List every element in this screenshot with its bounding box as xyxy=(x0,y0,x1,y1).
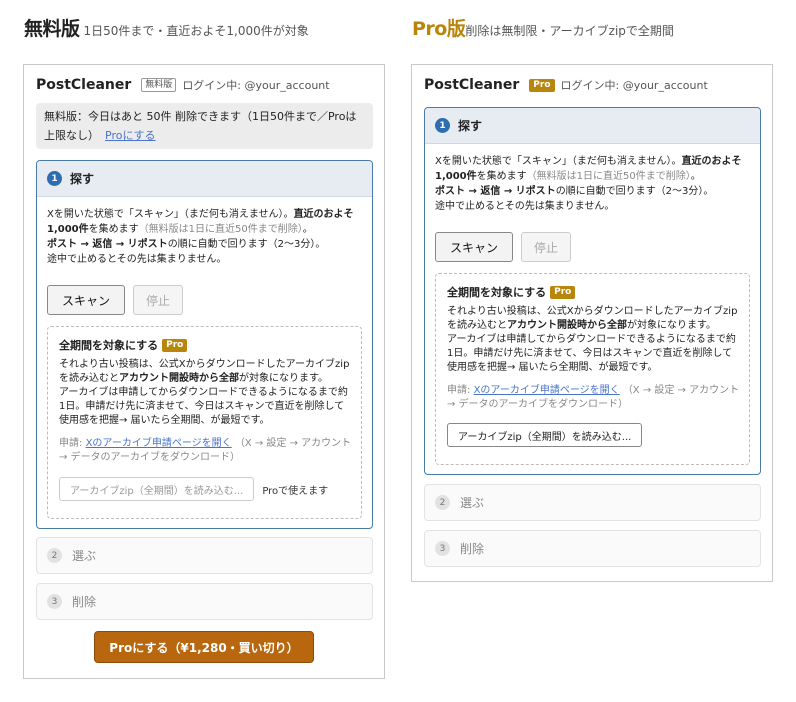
desc-text: → 届いたら全期間、が最短です。 xyxy=(507,362,658,373)
archive-apply-info: 申請: Xのアーカイブ申請ページを開く （X → 設定 → アカウント → デー… xyxy=(59,437,353,465)
step-find: 1 探す Xを開いた状態で「スキャン」（まだ何も消えません）。直近のおよそ1,0… xyxy=(424,107,761,475)
desc-text: Xを開いた状態で「スキャン」（まだ何も消えません）。 xyxy=(47,209,294,220)
step-number: 3 xyxy=(435,541,450,556)
free-plan-badge: 無料版 xyxy=(141,78,177,92)
step-number: 2 xyxy=(47,548,62,563)
desc-text: の順に自動で回ります（2〜3分）。 xyxy=(167,239,326,250)
step-delete[interactable]: 3 削除 xyxy=(424,530,761,567)
pro-column-heading: Pro版 削除は無制限・アーカイブzipで全期間 xyxy=(412,14,674,41)
archive-section: 全期間を対象にする Pro それより古い投稿は、公式Xからダウンロードしたアーカ… xyxy=(435,273,750,465)
scan-description: Xを開いた状態で「スキャン」（まだ何も消えません）。直近のおよそ1,000件を集… xyxy=(435,154,753,214)
login-status: ログイン中: @your_account xyxy=(182,79,330,92)
login-status: ログイン中: @your_account xyxy=(560,79,708,92)
stop-button[interactable]: 停止 xyxy=(133,285,184,315)
desc-text: を集めます xyxy=(88,224,139,235)
apply-prefix: 申請: xyxy=(447,385,471,396)
zip-row: アーカイブzip（全期間）を読み込む... xyxy=(447,423,643,447)
pro-badge: Pro xyxy=(162,338,188,352)
scan-controls: スキャン 停止 xyxy=(435,232,572,262)
step-delete[interactable]: 3 削除 xyxy=(36,583,373,620)
step-label: 削除 xyxy=(460,542,485,556)
archive-title-row: 全期間を対象にする Pro xyxy=(59,337,188,353)
desc-text: 。 xyxy=(690,171,701,182)
apply-prefix: 申請: xyxy=(59,438,83,449)
zip-row: アーカイブzip（全期間）を読み込む... Proで使えます xyxy=(59,477,328,501)
desc-text: が対象になります。 xyxy=(627,320,716,331)
pro-plan-badge: Pro xyxy=(529,78,555,92)
free-panel: PostCleaner 無料版 ログイン中: @your_account 無料版… xyxy=(23,64,385,679)
desc-text: の順に自動で回ります（2〜3分）。 xyxy=(555,186,714,197)
step-find: 1 探す Xを開いた状態で「スキャン」（まだ何も消えません）。直近のおよそ1,0… xyxy=(36,160,373,529)
load-archive-button[interactable]: アーカイブzip（全期間）を読み込む... xyxy=(59,477,255,501)
desc-text: 途中で止めるとその先は集まりません。 xyxy=(435,201,615,212)
archive-request-link[interactable]: Xのアーカイブ申請ページを開く xyxy=(86,438,232,449)
free-column-heading: 無料版 1日50件まで・直近およそ1,000件が対象 xyxy=(24,14,309,41)
pro-app-header: PostCleaner Pro ログイン中: @your_account xyxy=(424,77,708,93)
app-name: PostCleaner xyxy=(36,77,132,93)
stop-button[interactable]: 停止 xyxy=(521,232,572,262)
desc-bold: アカウント開設時から全部 xyxy=(119,373,239,384)
pro-subheading: 削除は無制限・アーカイブzipで全期間 xyxy=(465,24,674,38)
free-app-header: PostCleaner 無料版 ログイン中: @your_account xyxy=(36,77,330,93)
step-label: 削除 xyxy=(72,595,97,609)
desc-text: が対象になります。 xyxy=(239,373,328,384)
step-number: 2 xyxy=(435,495,450,510)
pro-heading: Pro版 xyxy=(412,18,466,40)
archive-title: 全期間を対象にする xyxy=(447,286,547,299)
pro-badge: Pro xyxy=(550,285,576,299)
step-title: 探す xyxy=(458,119,483,133)
desc-text: → 届いたら全期間、が最短です。 xyxy=(119,415,270,426)
free-subheading: 1日50件まで・直近およそ1,000件が対象 xyxy=(83,24,309,38)
desc-text: を集めます xyxy=(476,171,527,182)
desc-text: Xを開いた状態で「スキャン」（まだ何も消えません）。 xyxy=(435,156,682,167)
desc-muted: （無料版は1日に直近50件まで削除） xyxy=(526,171,691,182)
step-find-header[interactable]: 1 探す xyxy=(425,108,760,144)
step-find-header[interactable]: 1 探す xyxy=(37,161,372,197)
scan-button[interactable]: スキャン xyxy=(47,285,126,315)
step-label: 選ぶ xyxy=(460,496,485,510)
step-number: 1 xyxy=(435,118,450,133)
desc-bold: ポスト → 返信 → リポスト xyxy=(47,239,168,250)
archive-description: それより古い投稿は、公式Xからダウンロードしたアーカイブzipを読み込むとアカウ… xyxy=(447,305,741,375)
step-number: 1 xyxy=(47,171,62,186)
step-label: 選ぶ xyxy=(72,549,97,563)
step-select[interactable]: 2 選ぶ xyxy=(36,537,373,574)
step-select[interactable]: 2 選ぶ xyxy=(424,484,761,521)
scan-description: Xを開いた状態で「スキャン」（まだ何も消えません）。直近のおよそ1,000件を集… xyxy=(47,207,365,267)
desc-bold: アカウント開設時から全部 xyxy=(507,320,627,331)
desc-bold: ポスト → 返信 → リポスト xyxy=(435,186,556,197)
archive-request-link[interactable]: Xのアーカイブ申請ページを開く xyxy=(474,385,620,396)
archive-section: 全期間を対象にする Pro それより古い投稿は、公式Xからダウンロードしたアーカ… xyxy=(47,326,362,519)
buy-pro-button[interactable]: Proにする（¥1,280・買い切り） xyxy=(94,631,314,663)
archive-description: それより古い投稿は、公式Xからダウンロードしたアーカイブzipを読み込むとアカウ… xyxy=(59,358,353,428)
upgrade-link[interactable]: Proにする xyxy=(105,129,156,142)
app-name: PostCleaner xyxy=(424,77,520,93)
scan-controls: スキャン 停止 xyxy=(47,285,184,315)
free-heading: 無料版 xyxy=(24,18,80,40)
scan-button[interactable]: スキャン xyxy=(435,232,514,262)
archive-title: 全期間を対象にする xyxy=(59,339,159,352)
step-title: 探す xyxy=(70,172,95,186)
pro-only-note: Proで使えます xyxy=(262,485,329,497)
desc-text: 途中で止めるとその先は集まりません。 xyxy=(47,254,227,265)
load-archive-button[interactable]: アーカイブzip（全期間）を読み込む... xyxy=(447,423,643,447)
daily-limit-notice: 無料版：今日はあと 50件 削除できます（1日50件まで／Proは上限なし） Pr… xyxy=(36,103,373,149)
archive-title-row: 全期間を対象にする Pro xyxy=(447,284,576,300)
desc-muted: （無料版は1日に直近50件まで削除） xyxy=(138,224,303,235)
step-number: 3 xyxy=(47,594,62,609)
pro-panel: PostCleaner Pro ログイン中: @your_account 1 探… xyxy=(411,64,773,582)
desc-text: 。 xyxy=(302,224,313,235)
archive-apply-info: 申請: Xのアーカイブ申請ページを開く （X → 設定 → アカウント → デー… xyxy=(447,384,741,412)
notice-text: 無料版：今日はあと 50件 削除できます（1日50件まで／Proは上限なし） xyxy=(44,110,357,142)
